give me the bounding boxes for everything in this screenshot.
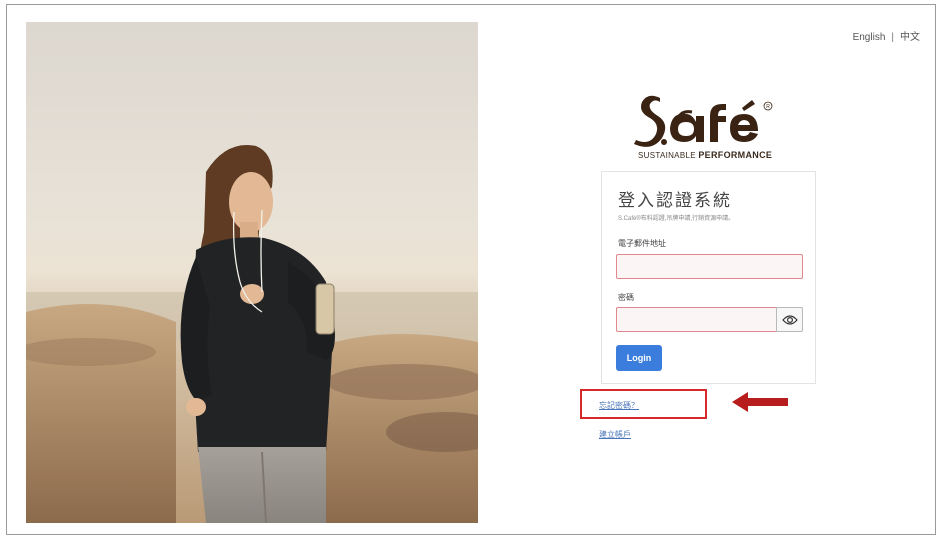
svg-text:R: R xyxy=(766,104,770,110)
login-title: 登入認證系統 xyxy=(618,191,732,211)
logo-tagline: SUSTAINABLE PERFORMANCE xyxy=(638,150,772,160)
login-description: S.Café®布料認證,吊牌申請,行銷資源申請。 xyxy=(618,216,735,222)
language-english-link[interactable]: English xyxy=(853,32,886,43)
hero-photo xyxy=(26,22,478,523)
language-switch: English | 中文 xyxy=(853,28,920,43)
eye-icon xyxy=(781,314,798,325)
show-password-button[interactable] xyxy=(776,307,803,332)
scafe-logo: R SUSTAINABLE PERFORMANCE xyxy=(630,92,780,162)
email-label: 電子郵件地址 xyxy=(618,239,666,248)
email-input[interactable] xyxy=(617,255,802,278)
logo-tagline-light: SUSTAINABLE xyxy=(638,151,696,160)
login-button[interactable]: Login xyxy=(616,345,662,371)
annotation-arrow-icon xyxy=(732,392,788,412)
email-field[interactable] xyxy=(616,254,803,279)
password-input[interactable] xyxy=(617,308,776,331)
password-field[interactable] xyxy=(616,307,777,332)
scafe-logo-mark: R xyxy=(634,95,773,147)
logo-tagline-bold: PERFORMANCE xyxy=(698,150,773,160)
annotation-highlight-box xyxy=(580,389,707,419)
language-chinese-link[interactable]: 中文 xyxy=(900,32,920,43)
language-separator: | xyxy=(891,32,894,43)
create-account-link[interactable]: 建立帳戶 xyxy=(599,429,631,440)
password-label: 密碼 xyxy=(618,293,634,302)
login-card: 登入認證系統 S.Café®布料認證,吊牌申請,行銷資源申請。 電子郵件地址 密… xyxy=(601,171,816,384)
